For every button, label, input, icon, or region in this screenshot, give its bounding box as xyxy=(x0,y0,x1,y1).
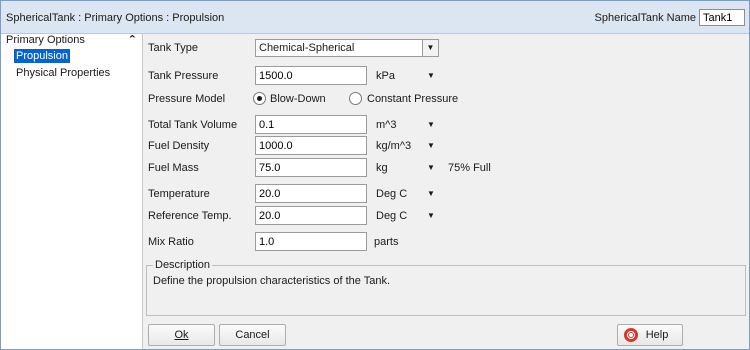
fuel-mass-unit[interactable]: kg xyxy=(376,162,388,174)
reference-temp-unit[interactable]: Deg C xyxy=(376,210,407,222)
description-group: Description Define the propulsion charac… xyxy=(146,259,746,316)
double-chevron-up-icon[interactable]: ⌃︎ xyxy=(128,33,137,46)
constant-pressure-radio[interactable] xyxy=(349,92,362,105)
tank-type-label: Tank Type xyxy=(148,42,198,54)
tank-type-select[interactable]: Chemical-Spherical ▼ xyxy=(255,39,439,57)
fuel-density-label: Fuel Density xyxy=(148,140,210,152)
lifebuoy-icon xyxy=(624,328,638,342)
tank-pressure-unit-caret-icon[interactable]: ▼ xyxy=(427,71,435,80)
reference-temp-input[interactable] xyxy=(255,206,367,225)
ok-button-label: Ok xyxy=(174,329,189,341)
description-text: Define the propulsion characteristics of… xyxy=(153,275,391,287)
cancel-button[interactable]: Cancel xyxy=(219,324,286,346)
total-tank-volume-input[interactable] xyxy=(255,115,367,134)
description-title: Description xyxy=(153,259,213,271)
sidebar: Primary Options ⌃︎ Propulsion Physical P… xyxy=(1,34,143,349)
fuel-density-unit[interactable]: kg/m^3 xyxy=(376,140,411,152)
sidebar-header: Primary Options xyxy=(6,34,85,46)
blow-down-radio[interactable] xyxy=(253,92,266,105)
ok-button[interactable]: Ok xyxy=(148,324,215,346)
fuel-mass-unit-caret-icon[interactable]: ▼ xyxy=(427,163,435,172)
temperature-unit-caret-icon[interactable]: ▼ xyxy=(427,189,435,198)
reference-temp-unit-caret-icon[interactable]: ▼ xyxy=(427,211,435,220)
pressure-model-label: Pressure Model xyxy=(148,93,226,105)
fuel-density-input[interactable] xyxy=(255,136,367,155)
fuel-mass-input[interactable] xyxy=(255,158,367,177)
mix-ratio-unit: parts xyxy=(374,236,399,248)
tank-pressure-input[interactable] xyxy=(255,66,367,85)
dialog-window: SphericalTank : Primary Options : Propul… xyxy=(0,0,750,350)
chevron-down-icon[interactable]: ▼ xyxy=(422,40,438,56)
tank-name-label: SphericalTank Name xyxy=(594,12,697,24)
help-button-label: Help xyxy=(645,329,669,341)
fuel-fill-status: 75% Full xyxy=(448,162,491,174)
reference-temp-label: Reference Temp. xyxy=(148,210,232,222)
main-panel: Tank Type Chemical-Spherical ▼ Tank Pres… xyxy=(143,34,749,349)
sidebar-item-physical-properties[interactable]: Physical Properties xyxy=(14,66,112,80)
cancel-button-label: Cancel xyxy=(235,329,270,341)
total-tank-volume-unit[interactable]: m^3 xyxy=(376,119,396,131)
tank-type-value: Chemical-Spherical xyxy=(259,42,355,54)
temperature-unit[interactable]: Deg C xyxy=(376,188,407,200)
temperature-label: Temperature xyxy=(148,188,210,200)
fuel-mass-label: Fuel Mass xyxy=(148,162,199,174)
sidebar-item-propulsion[interactable]: Propulsion xyxy=(14,49,70,63)
title-bar: SphericalTank : Primary Options : Propul… xyxy=(1,1,749,34)
tank-pressure-label: Tank Pressure xyxy=(148,70,219,82)
window-title: SphericalTank : Primary Options : Propul… xyxy=(6,12,225,24)
temperature-input[interactable] xyxy=(255,184,367,203)
tank-name-input[interactable] xyxy=(699,9,745,26)
constant-pressure-label[interactable]: Constant Pressure xyxy=(367,93,458,105)
mix-ratio-label: Mix Ratio xyxy=(148,236,194,248)
fuel-density-unit-caret-icon[interactable]: ▼ xyxy=(427,141,435,150)
total-tank-volume-unit-caret-icon[interactable]: ▼ xyxy=(427,120,435,129)
mix-ratio-input[interactable] xyxy=(255,232,367,251)
tank-pressure-unit[interactable]: kPa xyxy=(376,70,395,82)
total-tank-volume-label: Total Tank Volume xyxy=(148,119,238,131)
blow-down-label[interactable]: Blow-Down xyxy=(270,93,326,105)
help-button[interactable]: Help xyxy=(617,324,683,346)
